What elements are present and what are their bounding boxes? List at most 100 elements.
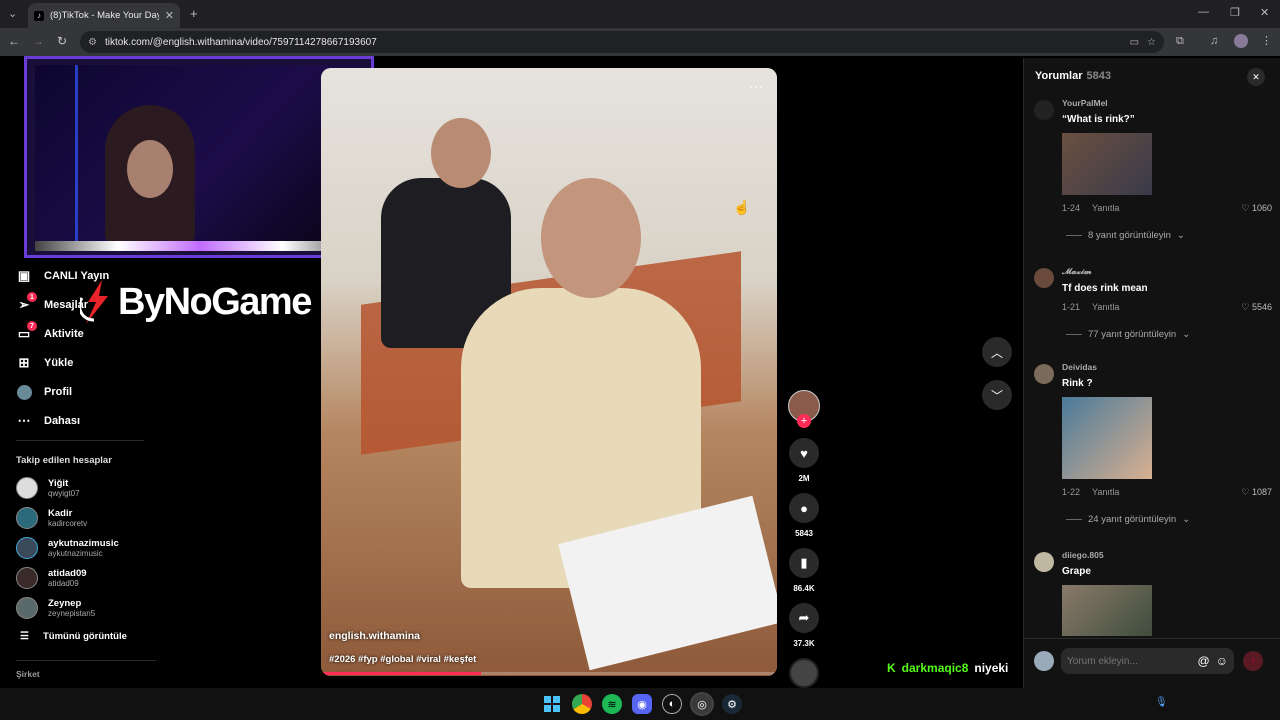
- avatar: [16, 597, 38, 619]
- reply-button[interactable]: Yanıtla: [1092, 487, 1119, 498]
- sidebar-item-activity[interactable]: ▭ 7 Aktivite: [16, 321, 156, 344]
- account-handle: kadircoretv: [48, 519, 88, 528]
- address-bar[interactable]: ⚙ tiktok.com/@english.withamina/video/75…: [80, 31, 1164, 53]
- bookmark-star-icon[interactable]: ☆: [1147, 37, 1156, 48]
- comment-like-button[interactable]: ♡ 1060: [1241, 203, 1272, 214]
- comment-item: Deividas Rink ? 1-22 Yanıtla ♡ 1087 24 ya…: [1034, 362, 1272, 525]
- webcam-feed: [35, 65, 365, 245]
- reply-button[interactable]: Yanıtla: [1092, 203, 1119, 214]
- view-replies-button[interactable]: 24 yanıt görüntüleyin ⌄: [1066, 514, 1272, 525]
- mention-at-icon[interactable]: @: [1198, 654, 1210, 668]
- sidebar-item-label: Profil: [44, 386, 73, 398]
- followed-account[interactable]: Yiğit qwyigt07: [16, 474, 156, 502]
- profile-avatar-icon[interactable]: [1234, 34, 1248, 48]
- comment-input-field[interactable]: [1067, 655, 1192, 667]
- heart-outline-icon: ♡: [1241, 203, 1250, 213]
- previous-video-chevron-up-icon[interactable]: ︿: [982, 337, 1012, 367]
- comment-like-button[interactable]: ♡ 5546: [1241, 302, 1272, 313]
- video-hashtags[interactable]: #2026 #fyp #global #viral #keşfet: [329, 654, 476, 665]
- avatar[interactable]: [1034, 364, 1054, 384]
- comment-like-count: 1060: [1251, 203, 1272, 213]
- avatar[interactable]: [1034, 100, 1054, 120]
- chevron-down-icon: ⌄: [1182, 329, 1191, 340]
- minimize-icon[interactable]: —: [1198, 6, 1209, 18]
- send-arrow-icon[interactable]: ↑: [1243, 651, 1263, 671]
- media-controls-icon[interactable]: ♫: [1210, 35, 1218, 47]
- sound-disc-button[interactable]: [788, 658, 820, 688]
- comment-like-count: 1087: [1251, 487, 1272, 497]
- browser-tab[interactable]: ♪ (8)TikTok - Make Your Day ✕: [28, 3, 180, 28]
- comment-button[interactable]: ● 5843: [788, 493, 820, 538]
- avatar: [16, 477, 38, 499]
- company-footer-link[interactable]: Şirket: [16, 669, 156, 679]
- reload-icon[interactable]: ↻: [57, 34, 67, 48]
- see-all-following-link[interactable]: ☰ Tümünü görüntüle: [16, 626, 156, 646]
- save-button[interactable]: ▮ 86.4K: [788, 548, 820, 593]
- site-info-icon[interactable]: ⚙: [88, 37, 97, 48]
- avatar[interactable]: [1034, 552, 1054, 572]
- view-replies-button[interactable]: 8 yanıt görüntüleyin ⌄: [1066, 230, 1272, 241]
- view-replies-button[interactable]: 77 yanıt görüntüleyin ⌄: [1066, 329, 1272, 340]
- restore-icon[interactable]: ❐: [1230, 6, 1240, 19]
- reply-button[interactable]: Yanıtla: [1092, 302, 1119, 313]
- comment-username[interactable]: diiego.805: [1062, 550, 1272, 560]
- sidebar-item-profile[interactable]: Profil: [16, 382, 156, 402]
- followed-account[interactable]: atidad09 atidad09: [16, 564, 156, 592]
- follow-plus-icon[interactable]: +: [797, 414, 811, 428]
- chrome-active-icon[interactable]: ◎: [692, 694, 712, 714]
- close-tab-icon[interactable]: ✕: [165, 9, 174, 22]
- author-avatar-follow[interactable]: +: [788, 390, 820, 428]
- video-player[interactable]: ⋯ english.withamina #2026 #fyp #global #…: [321, 68, 777, 676]
- video-more-options-icon[interactable]: ⋯: [749, 78, 763, 95]
- followed-account[interactable]: aykutnazimusic aykutnazimusic: [16, 534, 156, 562]
- following-section-title: Takip edilen hesaplar: [16, 455, 112, 466]
- back-arrow-icon[interactable]: ←: [8, 34, 20, 48]
- account-name: Yiğit: [48, 478, 69, 489]
- sidebar-nav: ▣ CANLI Yayın ➢ 1 Mesajlar ▭ 7 Aktivite ⊞ …: [16, 266, 156, 679]
- windows-start-icon[interactable]: [542, 694, 562, 714]
- cast-icon[interactable]: ▭: [1130, 37, 1139, 48]
- comments-title: Yorumlar: [1035, 70, 1083, 82]
- sidebar-item-label: Aktivite: [44, 328, 84, 340]
- followed-account[interactable]: Zeynep zeynepistan5: [16, 594, 156, 622]
- comment-image[interactable]: [1062, 585, 1152, 636]
- obs-icon[interactable]: ◐: [662, 694, 682, 714]
- microphone-icon[interactable]: 🎙: [1155, 697, 1168, 708]
- steam-icon[interactable]: ⚙: [722, 694, 742, 714]
- sidebar-item-upload[interactable]: ⊞ Yükle: [16, 353, 156, 373]
- forward-arrow-icon[interactable]: →: [32, 34, 44, 48]
- sidebar-item-more[interactable]: ⋯ Dahası: [16, 411, 156, 431]
- followed-account[interactable]: Kadir kadircoretv: [16, 504, 156, 532]
- like-button[interactable]: ♥ 2M: [788, 438, 820, 483]
- heart-outline-icon: ♡: [1241, 302, 1250, 312]
- comment-image[interactable]: [1062, 397, 1152, 479]
- comment-image[interactable]: [1062, 133, 1152, 195]
- next-video-chevron-down-icon[interactable]: ﹀: [982, 380, 1012, 410]
- close-comments-icon[interactable]: ✕: [1247, 68, 1265, 86]
- comment-username[interactable]: YourPalMel: [1062, 98, 1272, 108]
- video-author[interactable]: english.withamina: [329, 630, 420, 642]
- comment-date: 1-24: [1062, 203, 1081, 213]
- stream-chat-ticker: K darkmaqic8 niyeki: [887, 661, 1008, 675]
- share-button[interactable]: ➦ 37.3K: [788, 603, 820, 648]
- messages-badge: 1: [27, 292, 37, 302]
- emoji-icon[interactable]: ☺: [1216, 654, 1228, 668]
- comment-username[interactable]: 𝓜𝓪𝔁𝓲𝓶: [1062, 266, 1272, 277]
- browser-menu-icon[interactable]: ⋮: [1261, 34, 1272, 47]
- tab-list-chevron-icon[interactable]: ⌄: [8, 7, 17, 20]
- share-arrow-icon: ➦: [789, 603, 819, 633]
- window-close-icon[interactable]: ✕: [1260, 6, 1269, 19]
- discord-icon[interactable]: ◉: [632, 694, 652, 714]
- chrome-icon[interactable]: [572, 694, 592, 714]
- extensions-icon[interactable]: ⧉: [1176, 35, 1184, 48]
- comment-input[interactable]: @ ☺: [1061, 648, 1234, 674]
- divider-line: [1066, 334, 1082, 335]
- avatar[interactable]: [1034, 268, 1054, 288]
- new-tab-plus-icon[interactable]: +: [190, 6, 198, 21]
- video-progress-track[interactable]: [321, 672, 777, 675]
- profile-icon: [16, 384, 32, 400]
- comment-username[interactable]: Deividas: [1062, 362, 1272, 372]
- kick-icon: K: [887, 661, 896, 675]
- comment-like-button[interactable]: ♡ 1087: [1241, 487, 1272, 498]
- spotify-icon[interactable]: ≋: [602, 694, 622, 714]
